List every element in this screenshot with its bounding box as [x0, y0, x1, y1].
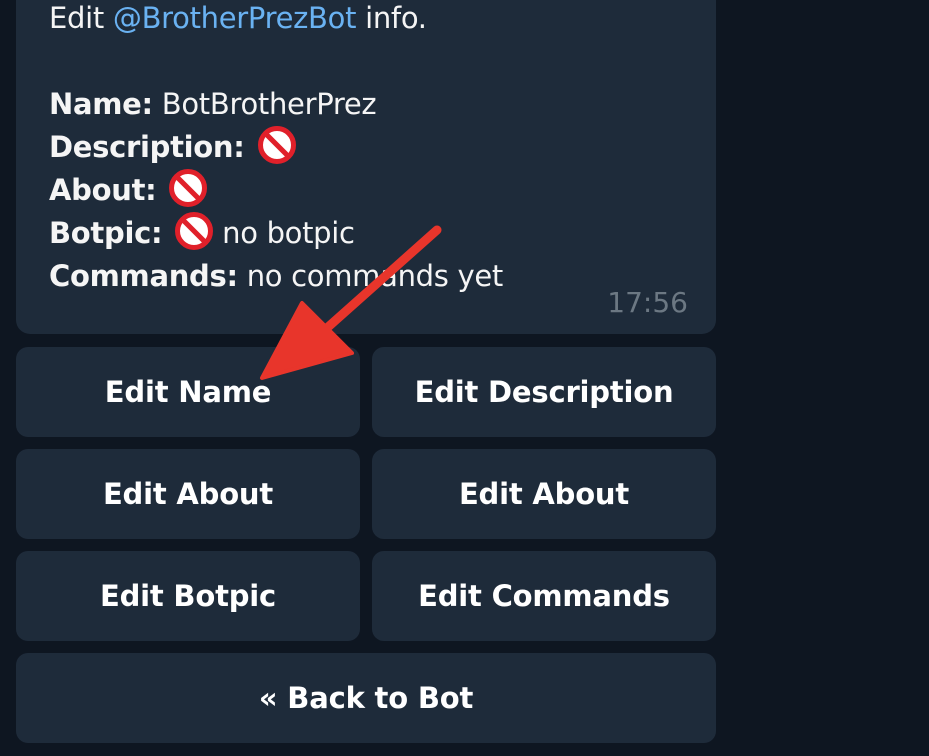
about-line: About:	[49, 169, 503, 212]
botpic-value: no botpic	[222, 216, 355, 250]
edit-description-button[interactable]: Edit Description	[372, 347, 716, 437]
message-text: Edit @BrotherPrezBot info. Name: BotBrot…	[49, 0, 503, 298]
chat-view: Edit @BrotherPrezBot info. Name: BotBrot…	[0, 0, 929, 756]
intro-line: Edit @BrotherPrezBot info.	[49, 0, 503, 40]
edit-about-button-2[interactable]: Edit About	[372, 449, 716, 539]
name-label: Name:	[49, 87, 153, 121]
commands-label: Commands:	[49, 259, 238, 293]
no-entry-icon	[169, 169, 208, 207]
message-bubble: Edit @BrotherPrezBot info. Name: BotBrot…	[16, 0, 716, 334]
botpic-label: Botpic:	[49, 216, 163, 250]
back-to-bot-button[interactable]: « Back to Bot	[16, 653, 716, 743]
message-timestamp: 17:56	[607, 286, 688, 319]
intro-prefix: Edit	[49, 1, 113, 35]
name-value: BotBrotherPrez	[161, 87, 377, 121]
edit-commands-button[interactable]: Edit Commands	[372, 551, 716, 641]
edit-botpic-button[interactable]: Edit Botpic	[16, 551, 360, 641]
no-entry-icon	[257, 126, 296, 164]
bot-mention-link[interactable]: @BrotherPrezBot	[113, 1, 357, 35]
edit-name-button[interactable]: Edit Name	[16, 347, 360, 437]
no-entry-icon	[175, 212, 214, 250]
edit-about-button[interactable]: Edit About	[16, 449, 360, 539]
about-label: About:	[49, 173, 157, 207]
botpic-line: Botpic: no botpic	[49, 212, 503, 255]
description-line: Description:	[49, 126, 503, 169]
commands-value: no commands yet	[246, 259, 504, 293]
intro-suffix: info.	[356, 1, 427, 35]
name-line: Name: BotBrotherPrez	[49, 83, 503, 126]
commands-line: Commands: no commands yet	[49, 255, 503, 298]
description-label: Description:	[49, 130, 245, 164]
